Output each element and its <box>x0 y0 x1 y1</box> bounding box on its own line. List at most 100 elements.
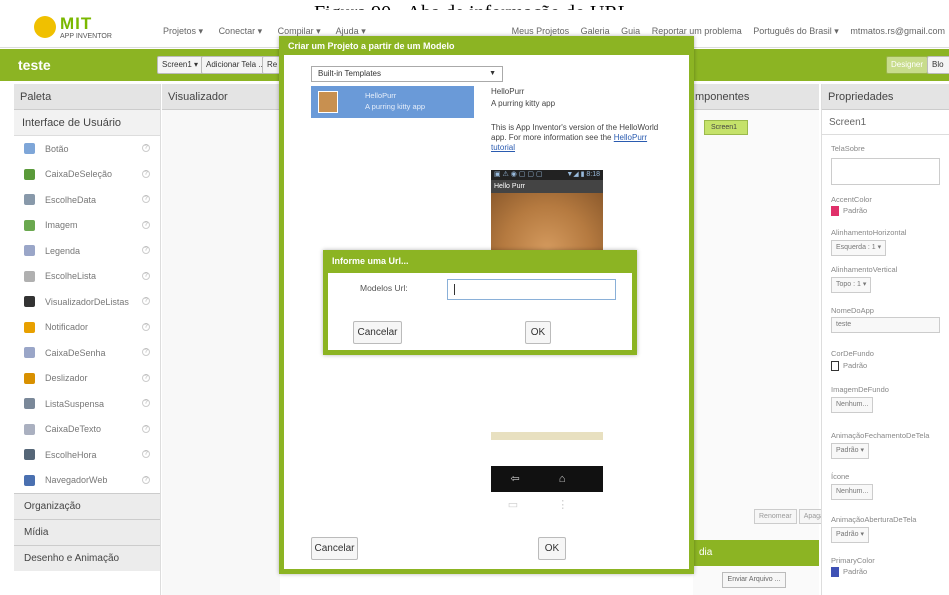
palette-section-drawing[interactable]: Desenho e Animação <box>14 545 160 571</box>
language-selector[interactable]: Português do Brasil ▾ <box>753 26 839 36</box>
help-icon[interactable]: ? <box>142 169 150 178</box>
help-icon[interactable]: ? <box>142 246 150 254</box>
template-detail-name: HelloPurr <box>491 87 525 96</box>
prop-bgcolor-value[interactable]: Padrão <box>831 361 868 372</box>
add-screen-button[interactable]: Adicionar Tela ... <box>201 56 270 74</box>
prop-primary-value[interactable]: Padrão <box>831 567 868 578</box>
template-ok-button[interactable]: OK <box>538 537 566 560</box>
upload-file-button[interactable]: Enviar Arquivo ... <box>722 572 786 588</box>
palette-section-media[interactable]: Mídia <box>14 519 160 545</box>
link-gallery[interactable]: Galeria <box>581 26 610 36</box>
prop-primary-label: PrimaryColor <box>831 556 875 565</box>
palette-item[interactable]: Notificador? <box>14 315 160 341</box>
app-inventor-logo[interactable]: MIT APP INVENTOR <box>32 12 122 46</box>
designer-button[interactable]: Designer <box>886 56 929 74</box>
user-account[interactable]: mtmatos.rs@gmail.com <box>850 26 945 36</box>
screen-selector[interactable]: Screen1 ▾ <box>157 56 204 74</box>
help-icon[interactable]: ? <box>142 424 150 433</box>
palette-item-label: Notificador <box>45 322 89 333</box>
url-ok-button[interactable]: OK <box>525 321 551 344</box>
template-item-hellopurr[interactable]: HelloPurr A purring kitty app <box>311 86 474 118</box>
palette-item[interactable]: NavegadorWeb? <box>14 468 160 494</box>
prop-valign-select[interactable]: Topo : 1 ▾ <box>831 277 872 293</box>
viewer-panel: Visualizador <box>162 84 280 595</box>
kitty-thumbnail-icon <box>318 91 338 113</box>
palette-item[interactable]: Botão? <box>14 136 160 162</box>
palette-item[interactable]: CaixaDeTexto? <box>14 417 160 443</box>
rename-button[interactable]: Renomear <box>754 509 797 524</box>
component-icon <box>24 449 35 461</box>
palette-item-label: Imagem <box>45 220 78 231</box>
prop-appname-field[interactable]: teste <box>831 317 940 333</box>
url-cancel-button[interactable]: Cancelar <box>353 321 402 344</box>
palette-item[interactable]: CaixaDeSenha? <box>14 340 160 366</box>
help-icon[interactable]: ? <box>142 195 150 203</box>
prop-icon-field[interactable]: Nenhum... <box>831 484 874 500</box>
prop-bgcolor-text: Padrão <box>843 361 868 370</box>
menu-connect[interactable]: Conectar ▾ <box>219 26 263 36</box>
palette-item[interactable]: VisualizadorDeListas? <box>14 289 160 315</box>
palette-item-label: VisualizadorDeListas <box>45 296 129 307</box>
help-icon[interactable]: ? <box>142 475 150 484</box>
help-icon[interactable]: ? <box>142 322 150 331</box>
palette-item-label: Legenda <box>45 245 81 256</box>
blocks-button[interactable]: Blo <box>927 56 949 74</box>
component-icon <box>24 194 35 206</box>
template-source-select[interactable]: Built-in Templates ▼ <box>311 66 503 82</box>
phone-app-bar: Hello Purr <box>491 180 603 193</box>
palette-item[interactable]: EscolheLista? <box>14 264 160 290</box>
palette-item[interactable]: Imagem? <box>14 213 160 239</box>
palette-list: Botão? CaixaDeSeleção? EscolheData? Imagem?… <box>14 136 160 493</box>
prop-accent-text: Padrão <box>843 206 868 215</box>
template-cancel-button[interactable]: Cancelar <box>311 537 358 560</box>
component-icon <box>24 296 35 308</box>
prop-accent-value[interactable]: Padrão <box>831 206 868 217</box>
properties-selected-component: Screen1 <box>822 110 949 135</box>
palette-item[interactable]: EscolheHora? <box>14 442 160 468</box>
menu-build[interactable]: Compilar ▾ <box>278 26 321 36</box>
link-guide[interactable]: Guia <box>621 26 640 36</box>
palette-item-label: Deslizador <box>45 373 88 384</box>
palette-item[interactable]: ListaSuspensa? <box>14 391 160 417</box>
palette-item[interactable]: Legenda? <box>14 238 160 264</box>
help-icon[interactable]: ? <box>142 450 150 458</box>
palette-item[interactable]: EscolheData? <box>14 187 160 213</box>
help-icon[interactable]: ? <box>142 297 150 305</box>
logo-subtext: APP INVENTOR <box>60 33 112 40</box>
component-icon <box>24 143 35 155</box>
component-icon <box>24 423 35 435</box>
palette-item-label: ListaSuspensa <box>45 398 105 409</box>
template-url-label: Modelos Url: <box>360 283 408 293</box>
accent-swatch <box>831 206 839 217</box>
palette-item-label: EscolheHora <box>45 449 97 460</box>
component-tree-screen1[interactable]: Screen1 <box>704 120 748 135</box>
help-icon[interactable]: ? <box>142 373 150 382</box>
dropdown-arrow-icon: ▼ <box>489 70 496 77</box>
palette-item[interactable]: Deslizador? <box>14 366 160 392</box>
palette-item-label: EscolheLista <box>45 271 97 282</box>
help-icon[interactable]: ? <box>142 271 150 280</box>
template-item-title: HelloPurr <box>365 91 397 100</box>
menu-help[interactable]: Ajuda ▾ <box>336 26 366 36</box>
link-my-projects[interactable]: Meus Projetos <box>512 26 570 36</box>
palette-item[interactable]: CaixaDeSeleção? <box>14 162 160 188</box>
prop-primary-text: Padrão <box>843 567 868 576</box>
palette-section-user-interface[interactable]: Interface de Usuário <box>14 110 160 136</box>
help-icon[interactable]: ? <box>142 348 150 356</box>
prop-halign-select[interactable]: Esquerda : 1 ▾ <box>831 240 887 256</box>
link-report-problem[interactable]: Reportar um problema <box>652 26 742 36</box>
template-url-input[interactable] <box>447 279 616 300</box>
prop-bgimage-field[interactable]: Nenhum... <box>831 397 874 413</box>
prop-openanim-select[interactable]: Padrão ▾ <box>831 527 870 543</box>
help-icon[interactable]: ? <box>142 144 150 152</box>
kitty-image <box>491 193 603 250</box>
component-icon <box>24 245 35 257</box>
phone-nav-bar: ⇦ ⌂ ▭ ⋮ <box>491 466 603 511</box>
palette-section-layout[interactable]: Organização <box>14 493 160 519</box>
help-icon[interactable]: ? <box>142 220 150 229</box>
menu-projects[interactable]: Projetos ▾ <box>163 26 203 36</box>
viewer-title: Visualizador <box>162 84 280 110</box>
prop-closeanim-select[interactable]: Padrão ▾ <box>831 443 870 459</box>
prop-about-field[interactable] <box>831 158 940 185</box>
help-icon[interactable]: ? <box>142 399 150 407</box>
